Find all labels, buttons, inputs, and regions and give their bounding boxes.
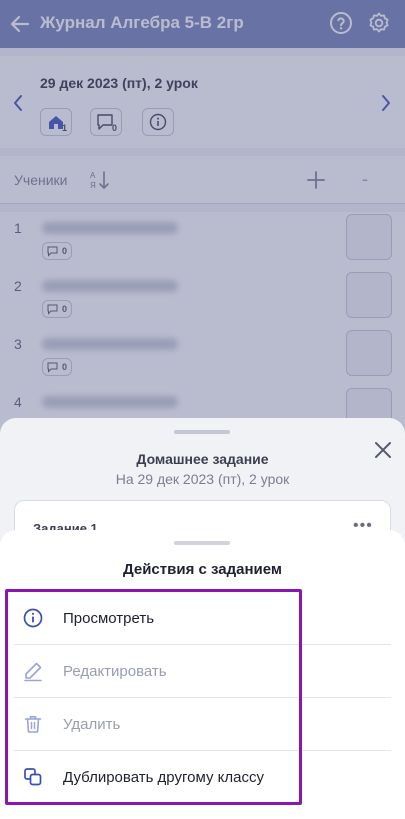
sheet-handle[interactable] <box>174 541 230 545</box>
sheet-handle[interactable] <box>174 430 230 434</box>
actions-title: Действия с заданием <box>123 561 282 578</box>
homework-subtitle: На 29 дек 2023 (пт), 2 урок <box>115 471 290 487</box>
highlight-frame <box>5 589 302 805</box>
homework-title: Домашнее задание <box>136 451 269 467</box>
